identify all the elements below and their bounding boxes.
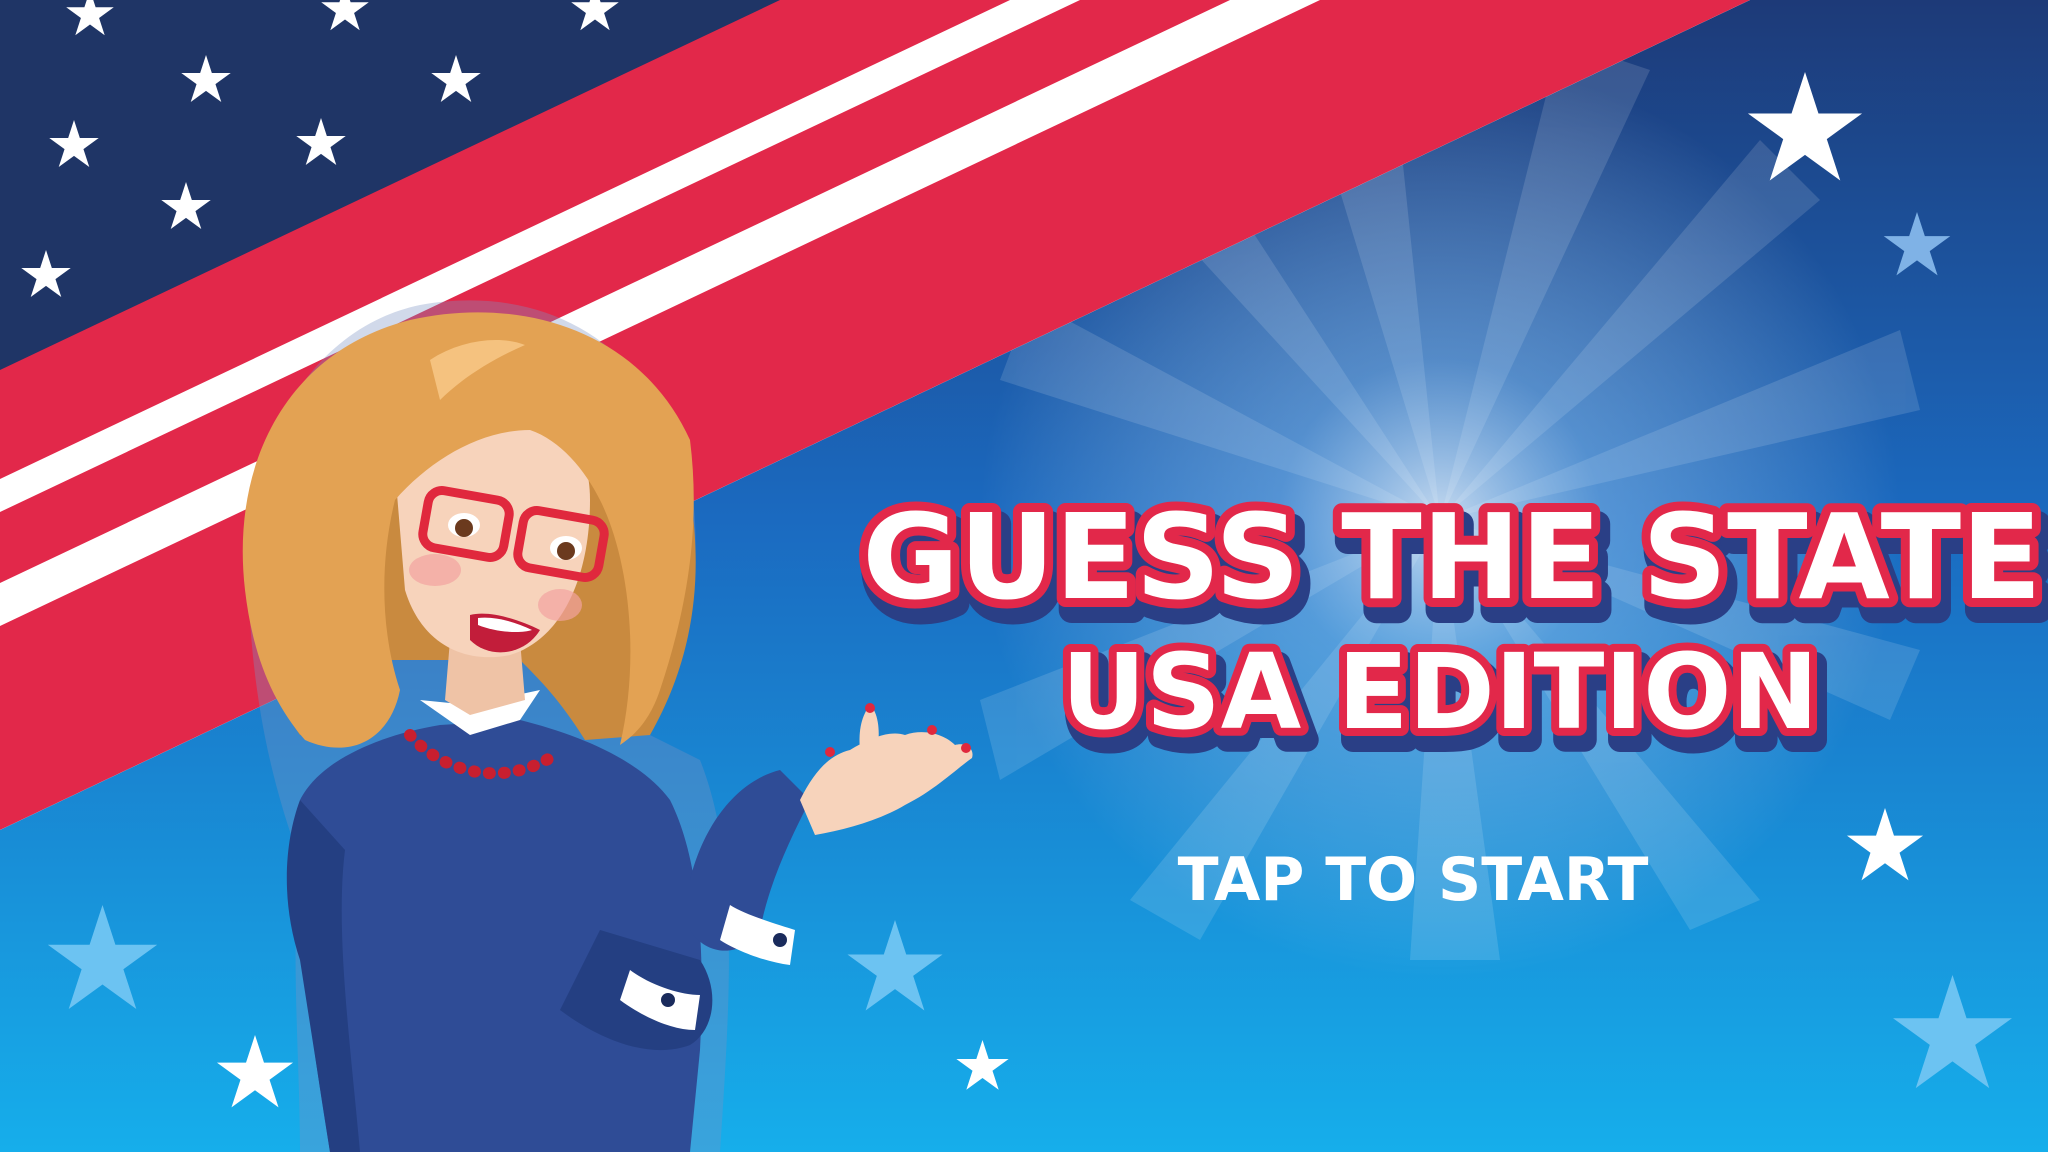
title-screen-art: GUESS THE STATE GUESS THE STATE USA EDIT… (0, 0, 2048, 1152)
title-line1: GUESS THE STATE (862, 488, 2042, 626)
title-line2: USA EDITION (1061, 631, 1818, 753)
tap-to-start-button[interactable] (1160, 830, 1660, 930)
title-screen[interactable]: GUESS THE STATE GUESS THE STATE USA EDIT… (0, 0, 2048, 1152)
